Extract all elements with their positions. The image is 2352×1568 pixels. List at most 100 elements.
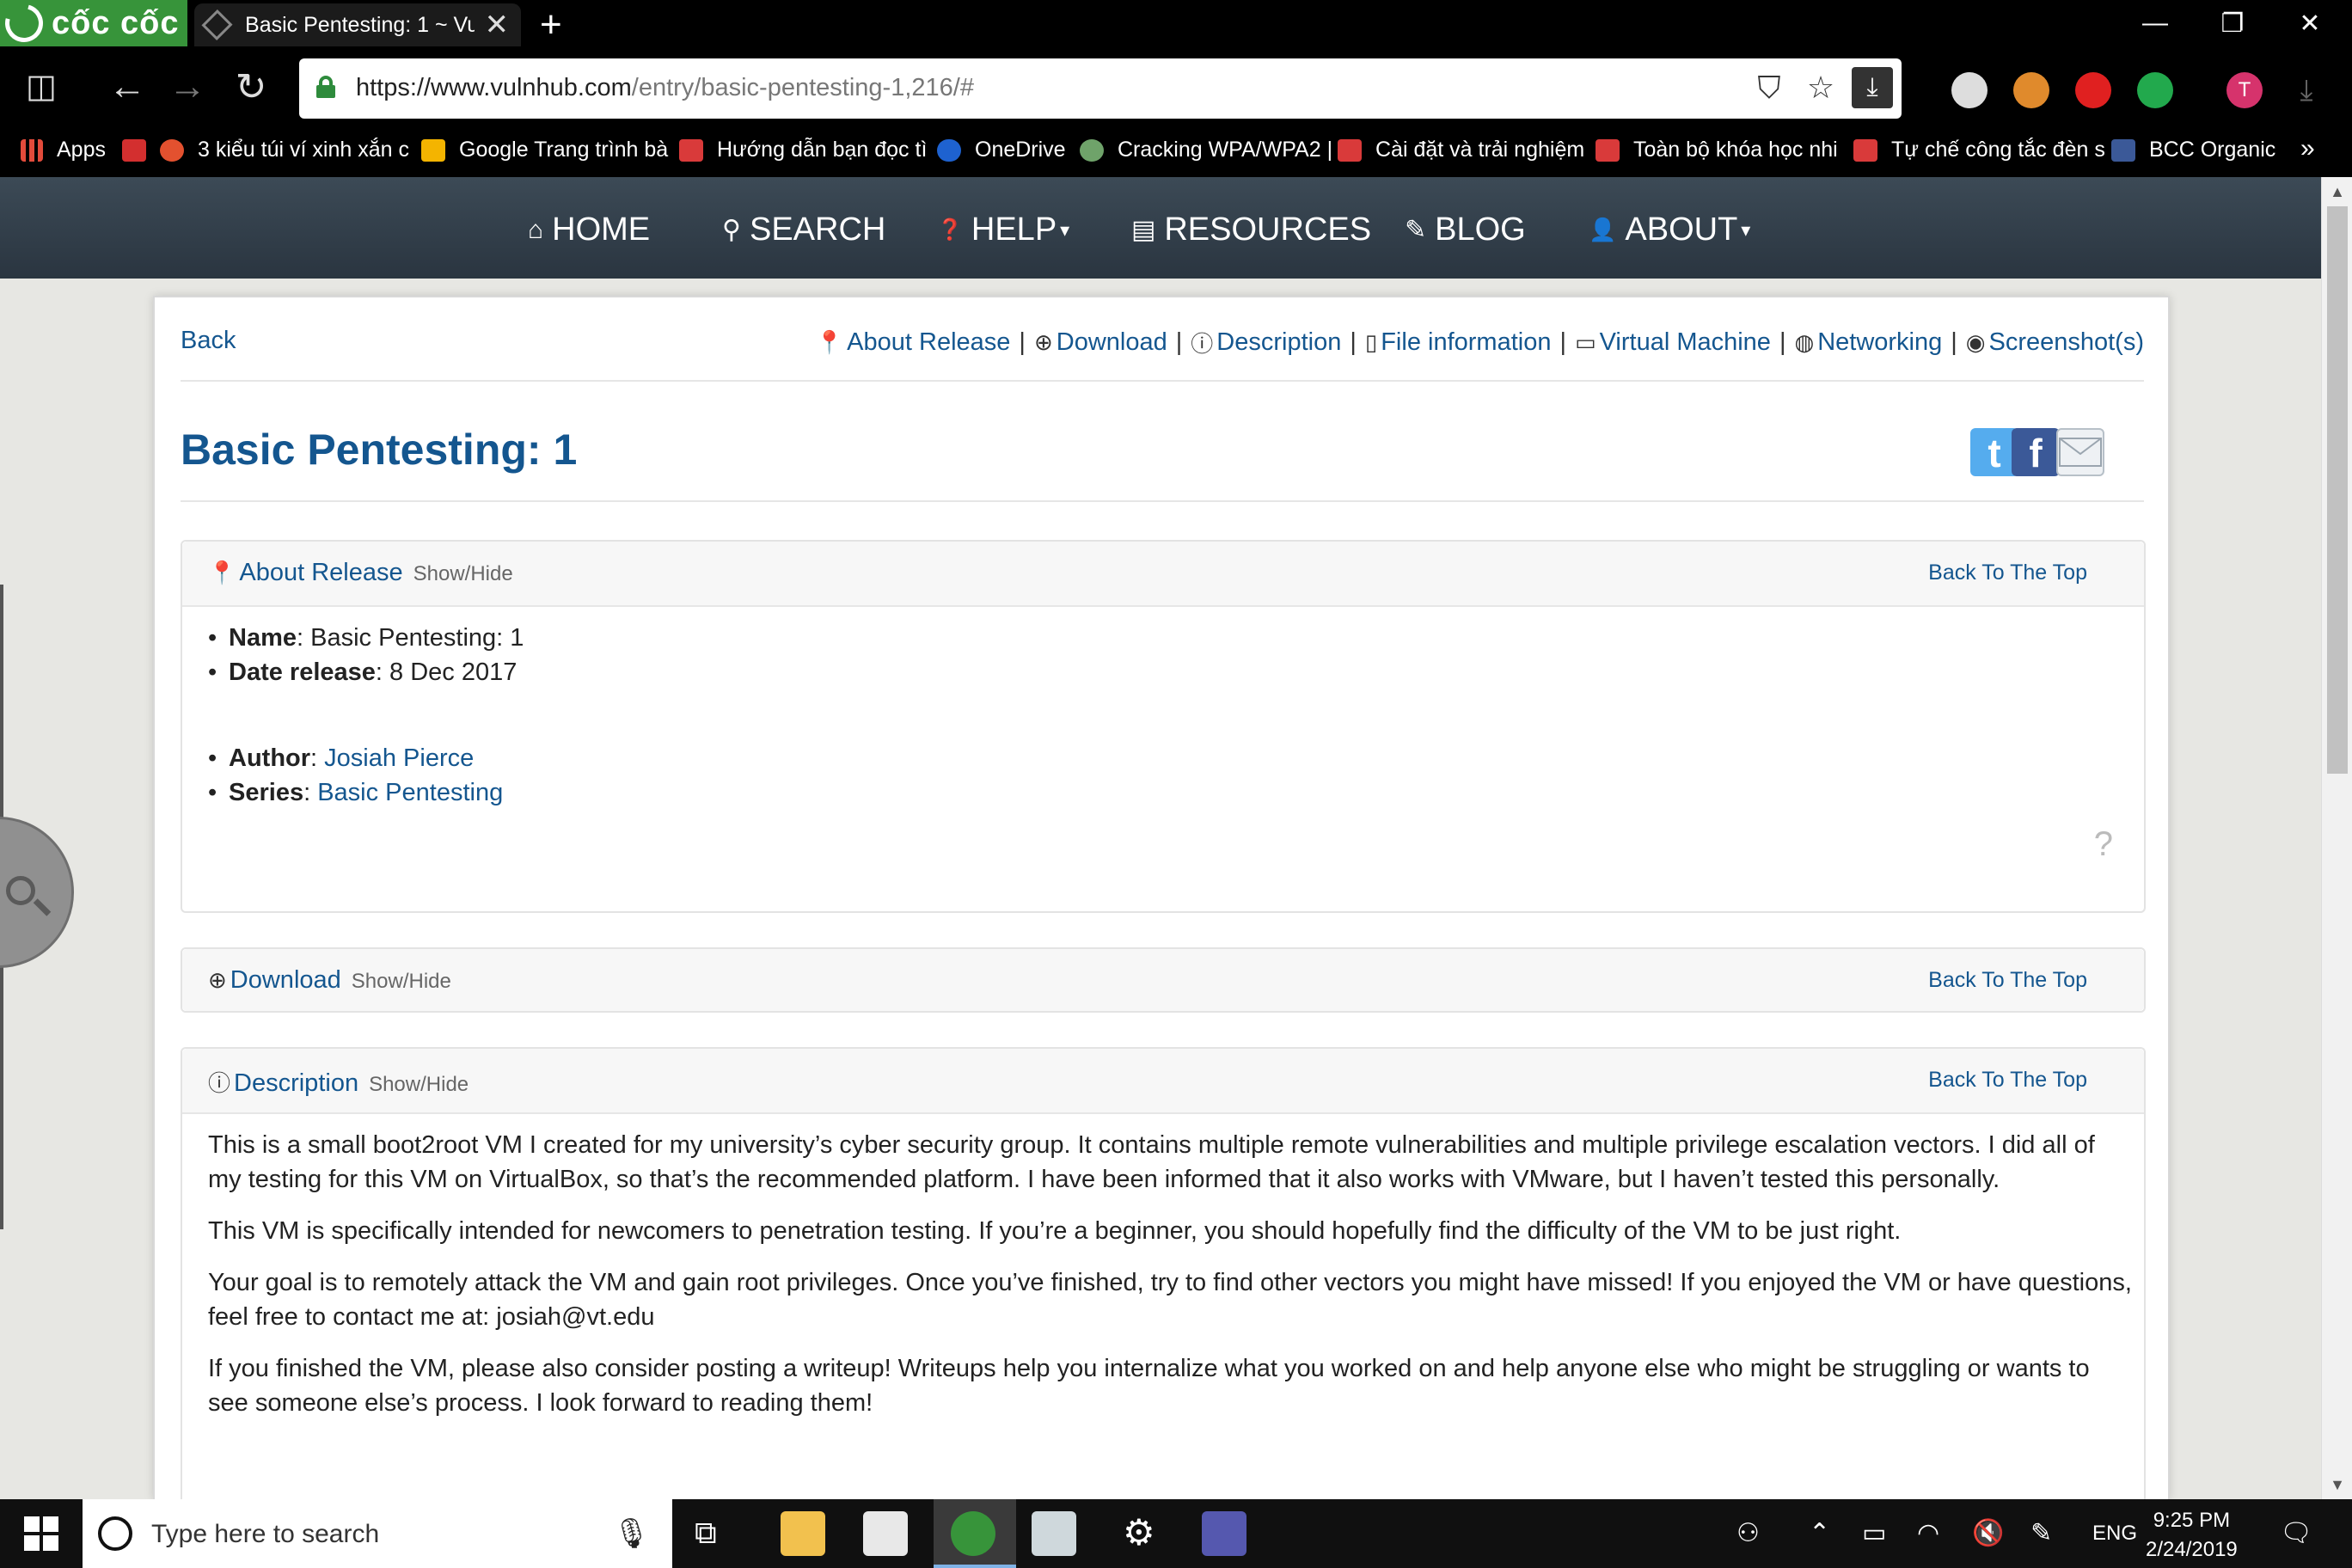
bookmark-star-icon[interactable]: ☆ — [1800, 67, 1841, 108]
download-page-icon[interactable]: ⤓ — [1852, 67, 1893, 108]
close-window-icon[interactable]: ✕ — [2271, 0, 2349, 46]
nav-home[interactable]: ⌂ HOME — [528, 211, 650, 248]
file-explorer-icon[interactable] — [781, 1511, 825, 1556]
settings-gear-icon[interactable]: ⚙ — [1123, 1511, 1155, 1553]
speed-dial-extension-icon[interactable] — [1951, 72, 1988, 108]
shield-icon[interactable]: ⛉ — [1749, 67, 1790, 108]
email-share-icon[interactable] — [2056, 428, 2104, 476]
back-link[interactable]: Back — [181, 327, 236, 355]
coccoc-extension-icon[interactable] — [2013, 72, 2049, 108]
genk-icon — [679, 138, 703, 162]
link-networking[interactable]: Networking — [1817, 328, 1942, 357]
list-item: Name: Basic Pentesting: 1 — [208, 621, 524, 655]
show-hide-toggle[interactable]: Show/Hide — [352, 970, 451, 994]
task-view-icon[interactable]: ⧉ — [695, 1515, 717, 1552]
bookmark-item[interactable]: 3 kiểu túi ví xinh xắn c — [122, 138, 409, 162]
link-description[interactable]: Description — [1216, 328, 1341, 357]
new-tab-icon[interactable]: + — [540, 3, 562, 46]
windows-start-icon[interactable] — [24, 1516, 58, 1551]
help-question-icon[interactable]: ? — [2094, 825, 2113, 864]
facebook-share-icon[interactable]: f — [2012, 428, 2060, 476]
minimize-icon[interactable]: — — [2116, 0, 2194, 46]
teams-icon[interactable] — [1202, 1511, 1246, 1556]
bookmark-item[interactable]: Tự chế công tắc đèn s — [1853, 138, 2105, 162]
release-credits: Author: Josiah Pierce Series: Basic Pent… — [208, 741, 503, 810]
bookmark-item[interactable]: Toàn bộ khóa học nhi — [1596, 138, 1838, 162]
nav-help[interactable]: ❓ HELP ▾ — [937, 211, 1069, 248]
bookmark-apps[interactable]: Apps — [21, 138, 106, 162]
show-hide-toggle[interactable]: Show/Hide — [369, 1073, 469, 1097]
link-file-information[interactable]: File information — [1381, 328, 1551, 357]
download-heading[interactable]: Download — [230, 966, 341, 995]
genk-icon — [1853, 138, 1877, 162]
back-arrow-icon[interactable]: ← — [101, 65, 153, 108]
bookmark-item[interactable]: Cracking WPA/WPA2 | — [1080, 138, 1332, 162]
grammarly-extension-icon[interactable] — [2137, 72, 2173, 108]
file-icon: ▯ — [1364, 329, 1378, 355]
browser-title-bar: cốc cốc Basic Pentesting: 1 ~ VulnHub ✕ … — [0, 0, 2352, 50]
show-hide-toggle[interactable]: Show/Hide — [413, 562, 513, 586]
taskbar-clock[interactable]: 9:25 PM 2/24/2019 — [2146, 1506, 2238, 1565]
nav-blog[interactable]: ✎ BLOG — [1405, 211, 1526, 248]
map-marker-icon: 📍 — [208, 560, 236, 585]
remote-desktop-icon[interactable] — [1032, 1511, 1076, 1556]
author-link[interactable]: Josiah Pierce — [324, 744, 474, 772]
coccoc-logo[interactable]: cốc cốc — [0, 0, 187, 50]
back-to-top-link[interactable]: Back To The Top — [1928, 968, 2087, 993]
clock-date: 2/24/2019 — [2146, 1538, 2238, 1561]
link-virtual-machine[interactable]: Virtual Machine — [1600, 328, 1771, 357]
address-bar[interactable]: https://www.vulnhub.com/entry/basic-pent… — [299, 58, 1902, 119]
url-text[interactable]: https://www.vulnhub.com/entry/basic-pent… — [356, 74, 974, 102]
scroll-down-icon[interactable]: ▼ — [2322, 1472, 2352, 1498]
back-to-top-link[interactable]: Back To The Top — [1928, 1068, 2087, 1093]
coccoc-taskbar-icon[interactable] — [951, 1511, 995, 1556]
about-release-heading[interactable]: About Release — [239, 559, 402, 587]
link-screenshots[interactable]: Screenshot(s) — [1988, 328, 2144, 357]
bookmark-item[interactable]: BCC Organic — [2111, 138, 2275, 162]
help-icon: ❓ — [937, 218, 963, 242]
restore-icon[interactable]: ❐ — [2194, 0, 2271, 46]
page-scrollbar[interactable]: ▲ ▼ — [2321, 177, 2352, 1499]
action-center-icon[interactable]: 🗨 — [2280, 1518, 2312, 1548]
battery-icon[interactable]: ▭ — [1862, 1518, 1886, 1548]
pen-icon[interactable]: ✎ — [2030, 1518, 2052, 1548]
show-hidden-icons-icon[interactable]: ⌃ — [1809, 1518, 1830, 1548]
back-to-top-link[interactable]: Back To The Top — [1928, 560, 2087, 585]
people-icon[interactable]: ⚇ — [1736, 1518, 1760, 1548]
wifi-icon[interactable]: ◠ — [1917, 1518, 1939, 1548]
bookmark-item[interactable]: Cài đặt và trải nghiệm — [1338, 138, 1584, 162]
nav-about[interactable]: 👤 ABOUT ▾ — [1589, 211, 1750, 248]
search-icon: ⚲ — [722, 216, 741, 244]
eye-icon: ◉ — [1965, 329, 1986, 355]
scroll-up-icon[interactable]: ▲ — [2322, 179, 2352, 205]
snipping-tool-icon[interactable] — [863, 1511, 908, 1556]
language-indicator[interactable]: ENG — [2092, 1522, 2137, 1546]
nav-resources[interactable]: ▤ RESOURCES — [1131, 211, 1371, 248]
reload-icon[interactable]: ↻ — [225, 65, 277, 109]
description-paragraph: Your goal is to remotely attack the VM a… — [208, 1269, 2132, 1331]
taskbar-search-box[interactable]: Type here to search 🎙 — [83, 1499, 672, 1568]
link-download[interactable]: Download — [1057, 328, 1167, 357]
profile-avatar[interactable]: T — [2226, 72, 2263, 108]
forward-arrow-icon[interactable]: → — [162, 65, 213, 108]
user-icon: 👤 — [1589, 217, 1617, 242]
volume-muted-icon[interactable]: 🔇 — [1972, 1518, 2004, 1548]
nav-search[interactable]: ⚲ SEARCH — [722, 211, 885, 248]
series-link[interactable]: Basic Pentesting — [317, 779, 503, 806]
bookmark-item[interactable]: OneDrive — [937, 138, 1066, 162]
adblock-extension-icon[interactable] — [2075, 72, 2111, 108]
bookmark-item[interactable]: Google Trang trình bà — [421, 138, 668, 162]
browser-tab-active[interactable]: Basic Pentesting: 1 ~ VulnHub ✕ — [194, 3, 521, 46]
site-navbar: ⌂ HOME ⚲ SEARCH ❓ HELP ▾ ▤ RESOURCES ✎ B… — [0, 177, 2321, 279]
microphone-icon[interactable]: 🎙 — [613, 1516, 650, 1551]
sidebar-toggle-icon[interactable]: ◫ — [15, 67, 67, 106]
vulnhub-favicon-icon — [201, 9, 233, 41]
description-heading[interactable]: Description — [234, 1069, 358, 1098]
link-about-release[interactable]: About Release — [847, 328, 1010, 357]
downloads-icon[interactable]: ⤓ — [2288, 72, 2324, 108]
bookmarks-overflow-icon[interactable]: » — [2300, 134, 2315, 163]
close-tab-icon[interactable]: ✕ — [485, 8, 510, 42]
scrollbar-thumb[interactable] — [2327, 206, 2348, 774]
bookmark-item[interactable]: Hướng dẫn bạn đọc tì — [679, 138, 927, 162]
list-item: Author: Josiah Pierce — [208, 741, 503, 775]
